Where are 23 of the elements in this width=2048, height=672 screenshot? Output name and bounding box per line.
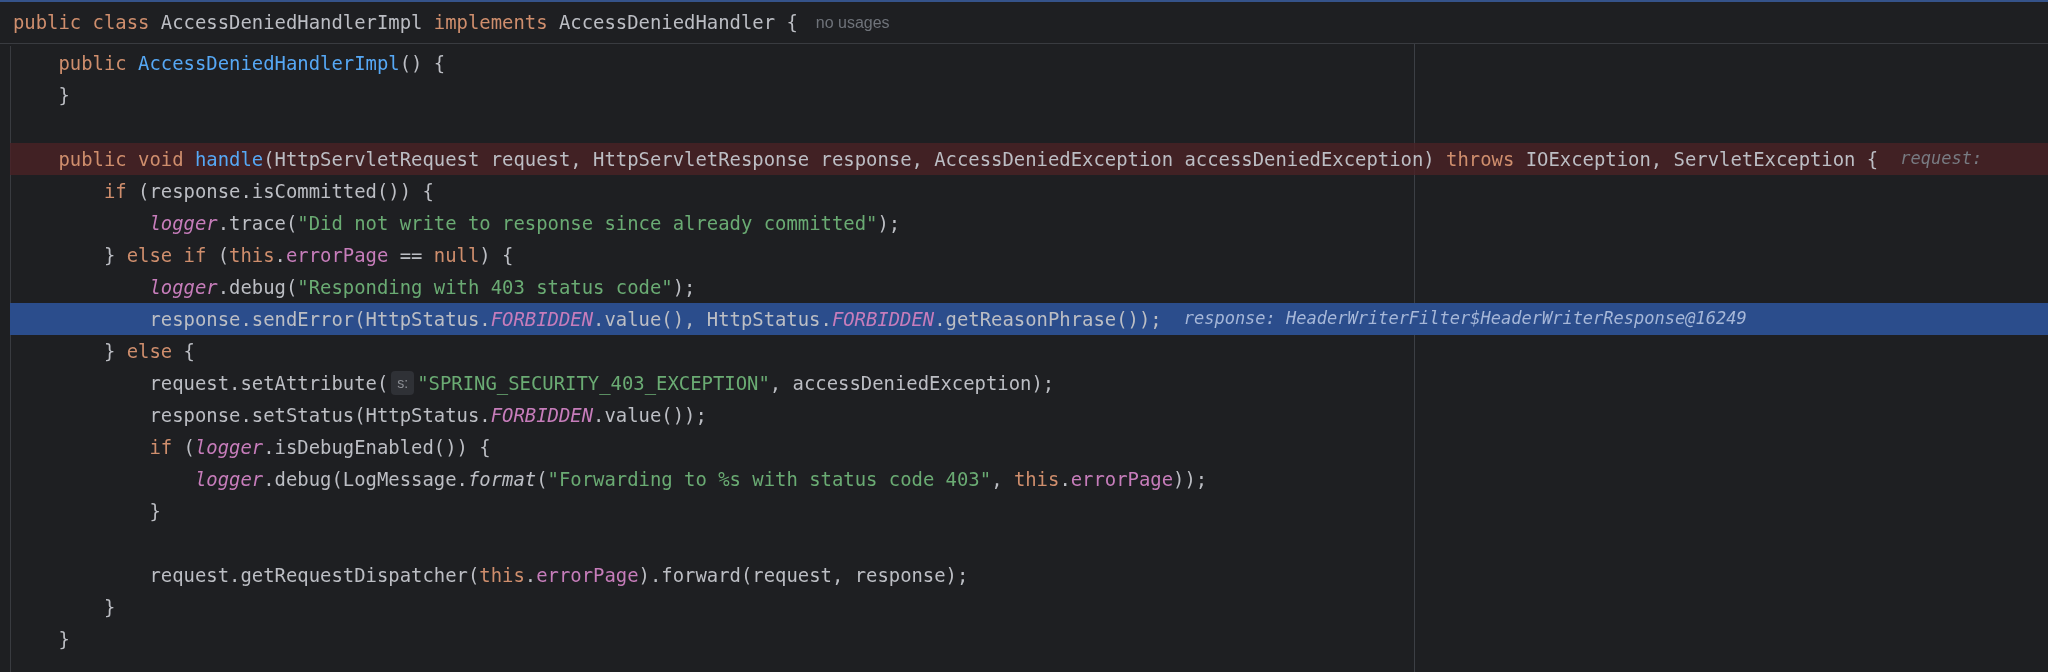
inline-debug-value: request: (1900, 147, 1983, 171)
code-line: if (logger.isDebugEnabled()) { (148, 434, 491, 460)
code-line: response.sendError(HttpStatus.FORBIDDEN.value(), HttpStatus.FORBIDDEN.getReasonPhrase()); (148, 306, 1162, 332)
code-line: logger.debug(LogMessage.format("Forwarding to %s with status code 403", this.errorPage)); (193, 466, 1208, 492)
code-line: logger.trace("Did not write to response since already committed"); (148, 210, 901, 236)
code-line: "SPRING_SECURITY_403_EXCEPTION", accessDeniedException); (417, 370, 1055, 397)
code-line: } (148, 498, 161, 524)
code-line: } (103, 594, 116, 620)
code-line: request.setAttribute( (148, 370, 389, 396)
code-line: public class AccessDeniedHandlerImpl implements AccessDeniedHandler { (13, 10, 798, 36)
usage-hint[interactable]: no usages (815, 10, 890, 35)
code-line: public void handle(HttpServletRequest request, HttpServletResponse response, AccessDeniedException accessDeniedException) throws IOException, ServletException { (57, 146, 1879, 172)
inline-debug-value: response: HeaderWriterFilter$HeaderWriterResponse@16249 (1183, 307, 1747, 331)
code-line: } (57, 82, 70, 108)
code-line: response.setStatus(HttpStatus.FORBIDDEN.value()); (148, 402, 707, 428)
code-line: if (response.isCommitted()) { (103, 178, 434, 204)
code-line: } (57, 626, 70, 652)
code-line: public AccessDeniedHandlerImpl() { (57, 50, 446, 76)
code-line: } else if (this.errorPage == null) { (103, 242, 514, 268)
code-line: logger.debug("Responding with 403 status code"); (148, 274, 696, 300)
parameter-hint: s: (391, 371, 415, 395)
code-line: request.getRequestDispatcher(this.errorPage).forward(request, response); (148, 562, 969, 588)
code-line: } else { (103, 338, 195, 364)
